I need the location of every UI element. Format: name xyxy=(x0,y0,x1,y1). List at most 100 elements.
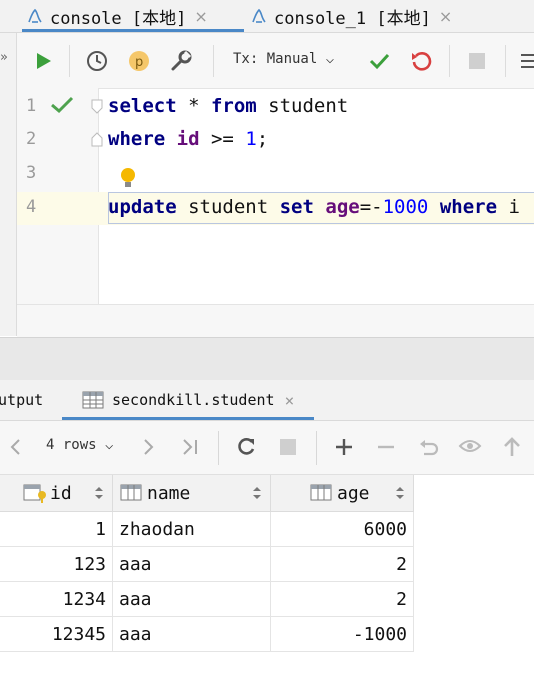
history-button[interactable] xyxy=(83,47,111,75)
column-icon xyxy=(120,484,142,501)
console-toolbar: p Tx: Manual ⌵ xyxy=(17,33,534,89)
transaction-mode-dropdown[interactable]: Tx: Manual ⌵ xyxy=(233,51,334,67)
cell-age[interactable]: 6000 xyxy=(271,512,414,547)
console-icon xyxy=(252,8,266,23)
cell-id[interactable]: 12345 xyxy=(0,617,113,652)
left-tool-strip xyxy=(0,33,17,336)
reload-button[interactable] xyxy=(232,433,260,461)
layout-icon xyxy=(521,54,534,68)
code-line-4[interactable]: update student set age=-1000 where i xyxy=(108,196,520,218)
line-number: 3 xyxy=(26,163,37,183)
chevron-right-icon[interactable]: » xyxy=(0,50,8,65)
grid-toolbar: 4 rows ⌵ xyxy=(0,421,534,475)
row-count-label: 4 rows xyxy=(46,437,97,453)
chevron-down-icon: ⌵ xyxy=(325,51,335,67)
line-number: 1 xyxy=(26,96,37,116)
next-page-button[interactable] xyxy=(134,433,162,461)
sort-icon[interactable] xyxy=(94,486,104,500)
column-header-id[interactable]: id xyxy=(0,475,113,512)
column-header-age[interactable]: age xyxy=(271,475,414,512)
plus-icon xyxy=(336,439,352,455)
cell-age[interactable]: -1000 xyxy=(271,617,414,652)
column-icon xyxy=(310,484,332,501)
cell-name[interactable]: aaa xyxy=(113,547,271,582)
editor-horizontal-scrollbar[interactable] xyxy=(17,304,534,337)
tab-secondkill-student[interactable]: secondkill.student × xyxy=(82,380,294,420)
settings-button[interactable] xyxy=(167,47,195,75)
chevron-left-icon xyxy=(10,439,20,455)
commit-icon xyxy=(369,53,390,70)
run-icon xyxy=(37,53,51,69)
active-tab-indicator xyxy=(62,417,314,420)
cell-name[interactable]: aaa xyxy=(113,582,271,617)
execution-success-check-icon xyxy=(51,96,74,114)
code-line-1[interactable]: select * from student xyxy=(108,95,348,117)
submit-button[interactable] xyxy=(498,433,526,461)
column-header-name[interactable]: name xyxy=(113,475,271,512)
close-icon[interactable]: × xyxy=(194,7,207,26)
reload-icon xyxy=(238,438,255,455)
delete-row-button[interactable] xyxy=(372,433,400,461)
cell-id[interactable]: 1 xyxy=(0,512,113,547)
undo-icon xyxy=(420,440,439,456)
panel-splitter[interactable] xyxy=(0,337,534,381)
tab-secondkill-student-label: secondkill.student xyxy=(112,391,275,409)
intention-bulb-icon[interactable] xyxy=(118,166,138,190)
add-row-button[interactable] xyxy=(330,433,358,461)
pin-icon: p xyxy=(129,51,149,71)
tab-console-label: console [本地] xyxy=(50,8,187,29)
cell-name[interactable]: zhaodan xyxy=(113,512,271,547)
sort-icon[interactable] xyxy=(395,486,405,500)
settings-wrench-icon xyxy=(171,50,192,71)
previous-page-button[interactable] xyxy=(2,433,30,461)
rollback-button[interactable] xyxy=(407,47,435,75)
stop-icon xyxy=(280,439,296,455)
console-icon xyxy=(28,8,42,23)
cell-age[interactable]: 2 xyxy=(271,547,414,582)
cell-id[interactable]: 123 xyxy=(0,547,113,582)
result-tab-bar: Output secondkill.student × xyxy=(0,380,534,421)
arrow-up-icon xyxy=(504,437,520,456)
column-header-label: age xyxy=(337,482,370,504)
history-icon xyxy=(87,51,107,71)
code-line-2[interactable]: where id >= 1; xyxy=(108,128,268,150)
cell-name[interactable]: aaa xyxy=(113,617,271,652)
rollback-icon xyxy=(412,52,432,71)
column-header-label: id xyxy=(50,482,72,504)
run-button[interactable] xyxy=(29,47,57,75)
pin-button[interactable]: p xyxy=(125,47,153,75)
last-page-icon xyxy=(183,439,197,455)
tab-output-label: Output xyxy=(0,391,44,409)
column-header-label: name xyxy=(147,482,191,504)
svg-text:p: p xyxy=(135,55,143,70)
sort-icon[interactable] xyxy=(252,486,262,500)
line-number: 2 xyxy=(26,129,37,149)
table-icon xyxy=(82,391,104,409)
tab-output[interactable]: Output xyxy=(0,380,43,420)
minus-icon xyxy=(378,445,394,449)
preview-changes-button[interactable] xyxy=(456,433,484,461)
stop-button[interactable] xyxy=(274,433,302,461)
chevron-right-icon xyxy=(144,439,154,455)
tab-console-1-label: console_1 [本地] xyxy=(274,8,431,29)
cell-age[interactable]: 2 xyxy=(271,582,414,617)
line-number: 4 xyxy=(26,197,37,217)
chevron-down-icon: ⌵ xyxy=(105,437,114,453)
tab-console[interactable]: console [本地] × xyxy=(26,0,208,32)
tab-console-1[interactable]: console_1 [本地] × xyxy=(250,0,452,32)
cell-id[interactable]: 1234 xyxy=(0,582,113,617)
close-icon[interactable]: × xyxy=(285,391,295,410)
transaction-mode-label: Tx: Manual xyxy=(233,51,318,67)
layout-button[interactable] xyxy=(515,47,534,75)
close-icon[interactable]: × xyxy=(439,7,452,26)
revert-button[interactable] xyxy=(414,433,442,461)
row-count-dropdown[interactable]: 4 rows ⌵ xyxy=(46,437,113,453)
eye-icon xyxy=(458,440,482,452)
stop-icon xyxy=(469,53,485,69)
stop-button[interactable] xyxy=(463,47,491,75)
primary-key-column-icon xyxy=(23,484,46,503)
active-tab-indicator xyxy=(22,29,244,32)
fold-marker-icon[interactable] xyxy=(90,98,104,148)
commit-button[interactable] xyxy=(365,47,393,75)
last-page-button[interactable] xyxy=(176,433,204,461)
